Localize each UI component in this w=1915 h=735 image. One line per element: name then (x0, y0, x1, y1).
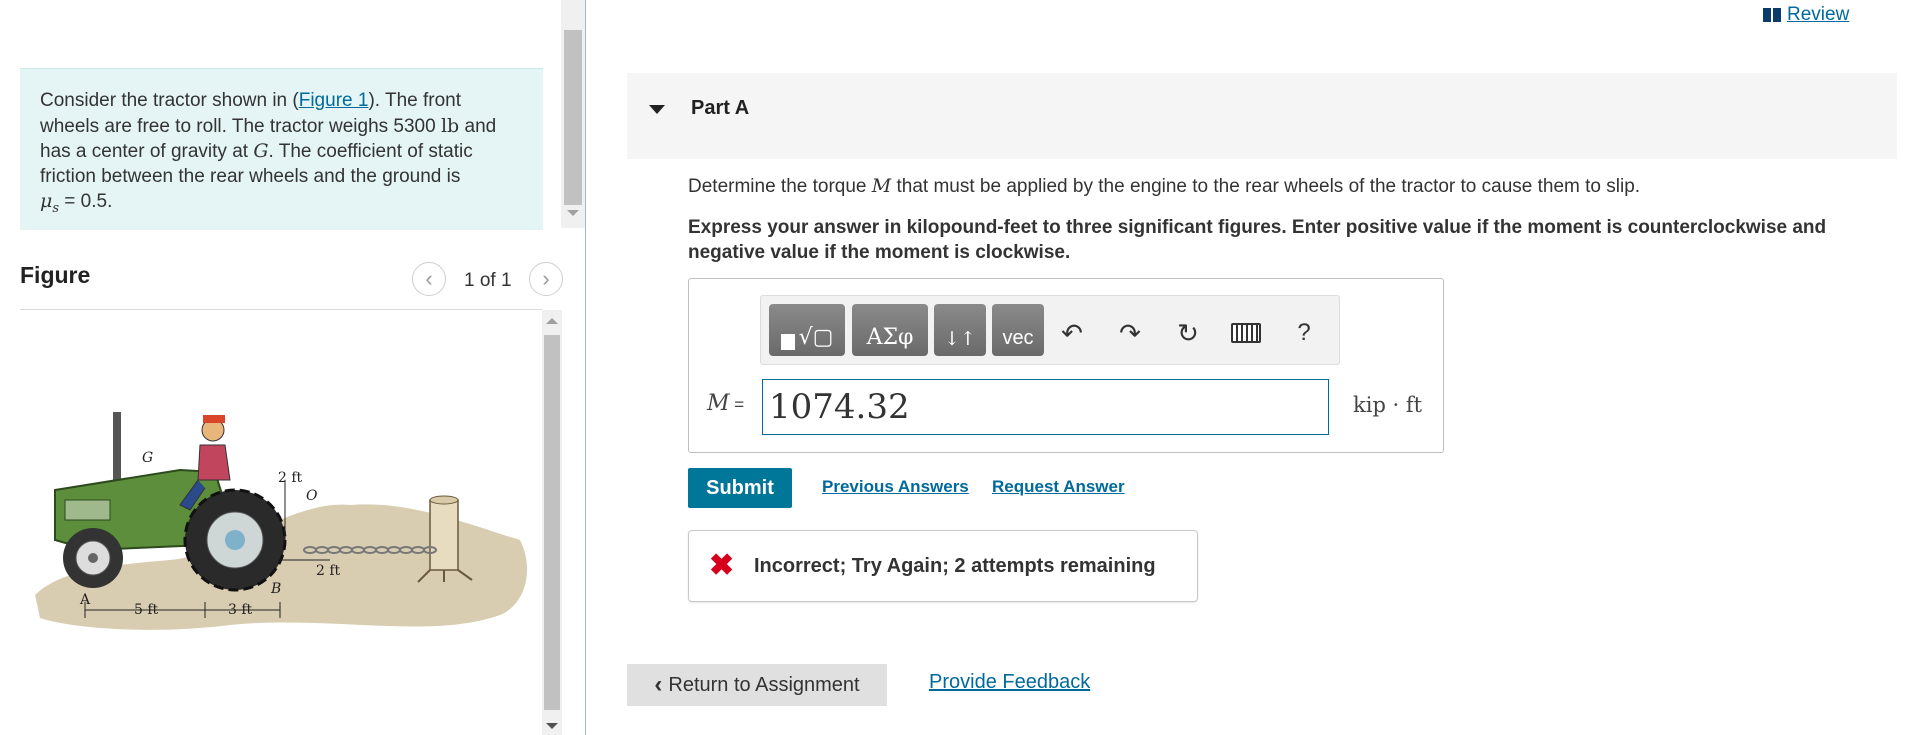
review-label: Review (1787, 4, 1850, 25)
keyboard-icon[interactable] (1229, 316, 1263, 350)
tractor-grille (64, 499, 111, 521)
figure-next-button[interactable]: › (529, 262, 563, 296)
provide-feedback-link[interactable]: Provide Feedback (929, 671, 1090, 694)
reset-icon[interactable]: ↻ (1171, 316, 1205, 350)
question-post: that must be applied by the engine to th… (891, 176, 1641, 197)
scroll-down-arrow[interactable] (567, 210, 579, 216)
answer-variable-label: M = (707, 391, 745, 416)
x-mark-icon: ✖ (709, 549, 735, 582)
greek-symbols-button[interactable]: ΑΣφ (852, 304, 928, 356)
label-o: O (306, 488, 318, 504)
return-to-assignment-button[interactable]: ‹ Return to Assignment (627, 664, 887, 706)
answer-box: √▢ ΑΣφ ↓↑ vec ↶ ↷ ↻ ? M = kip · ft (688, 278, 1444, 453)
scrollbar-thumb[interactable] (544, 335, 560, 710)
problem-text-intro: Consider the tractor shown in ( (40, 90, 299, 111)
feedback-box: ✖ Incorrect; Try Again; 2 attempts remai… (688, 530, 1198, 602)
left-pane: Consider the tractor shown in (Figure 1)… (0, 0, 586, 735)
answer-unit: kip · ft (1353, 393, 1423, 417)
chevron-right-icon: › (542, 266, 550, 291)
vector-button[interactable]: vec (992, 304, 1044, 356)
exhaust-pipe (113, 412, 121, 482)
label-dim-left: 5 ft (134, 602, 159, 618)
label-b: B (270, 581, 281, 597)
mu-symbol: μ (40, 190, 53, 212)
scroll-up-arrow[interactable] (546, 318, 558, 324)
mu-value: = 0.5. (59, 191, 113, 212)
question-pre: Determine the torque (688, 176, 872, 197)
figure-divider (20, 309, 542, 310)
label-a: A (79, 592, 91, 608)
tractor-figure: G O A B 2 ft 2 ft 5 ft 3 ft (35, 412, 528, 630)
figure-prev-button[interactable]: ‹ (412, 262, 446, 296)
undo-icon[interactable]: ↶ (1055, 316, 1089, 350)
chevron-left-icon: ‹ (425, 266, 433, 291)
label-dim-mid: 2 ft (316, 563, 341, 579)
help-icon[interactable]: ? (1287, 316, 1321, 350)
label-dim-top: 2 ft (278, 470, 303, 486)
template-icon (780, 334, 795, 350)
return-label: Return to Assignment (668, 673, 860, 696)
part-header[interactable]: Part A (627, 73, 1897, 159)
math-toolbar: √▢ ΑΣφ ↓↑ vec ↶ ↷ ↻ ? (760, 295, 1340, 365)
templates-button[interactable]: √▢ (769, 304, 845, 356)
figure-scrollbar[interactable] (542, 310, 562, 735)
redo-icon[interactable]: ↷ (1113, 316, 1147, 350)
rear-wheel (183, 488, 287, 592)
scrollbar-thumb[interactable] (564, 30, 582, 205)
label-g: G (142, 450, 153, 466)
arrows-button[interactable]: ↓↑ (934, 304, 986, 356)
question-var: M (871, 175, 892, 197)
instructions: Express your answer in kilopound-feet to… (688, 217, 1827, 263)
caret-down-icon[interactable] (649, 105, 665, 114)
submit-button[interactable]: Submit (688, 468, 792, 508)
front-wheel (63, 528, 123, 588)
part-title: Part A (691, 97, 750, 119)
chevron-left-icon: ‹ (654, 671, 663, 698)
problem-scrollbar[interactable] (561, 0, 585, 228)
review-link[interactable]: Review (1763, 4, 1849, 26)
figure-link[interactable]: Figure 1 (299, 90, 369, 111)
problem-statement: Consider the tractor shown in (Figure 1)… (20, 68, 543, 230)
request-answer-link[interactable]: Request Answer (992, 477, 1125, 497)
g-symbol: G (253, 140, 269, 162)
answer-var: M (707, 391, 730, 416)
label-dim-right: 3 ft (228, 602, 253, 618)
question-text: Determine the torque M that must be appl… (688, 175, 1640, 198)
previous-answers-link[interactable]: Previous Answers (822, 477, 969, 497)
weight-unit: lb (440, 114, 460, 137)
scroll-down-arrow[interactable] (546, 723, 558, 729)
book-icon (1763, 8, 1781, 22)
figure-title: Figure (20, 262, 91, 288)
feedback-message: Incorrect; Try Again; 2 attempts remaini… (754, 555, 1156, 577)
answer-input[interactable] (762, 379, 1329, 435)
figure-counter: 1 of 1 (464, 270, 512, 291)
